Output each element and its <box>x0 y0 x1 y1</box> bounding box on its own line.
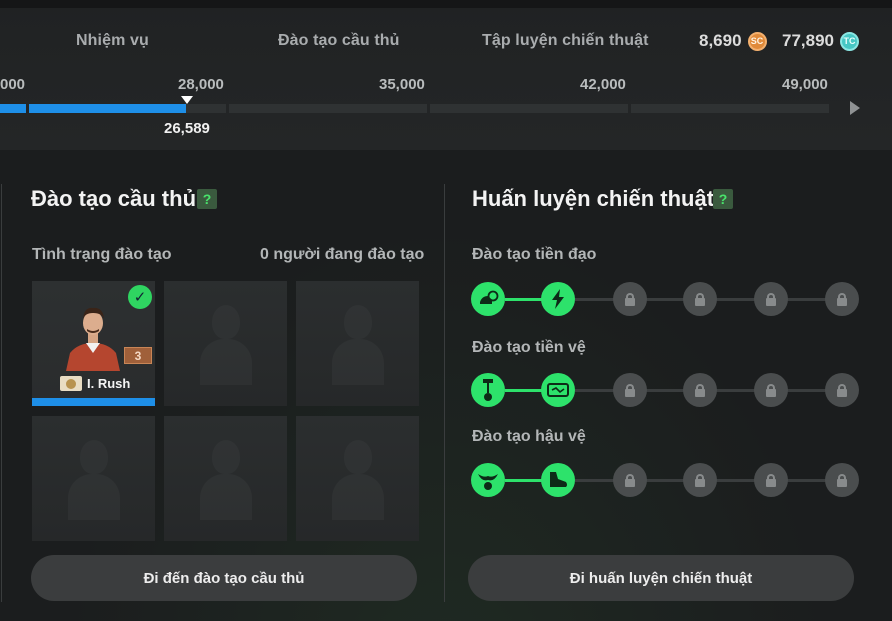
empty-slot[interactable] <box>296 281 419 406</box>
locked-node[interactable] <box>825 282 859 316</box>
midfield-passing-node[interactable] <box>471 373 505 407</box>
progress-segment-filled <box>29 104 186 113</box>
lock-icon <box>837 474 847 487</box>
locked-node[interactable] <box>825 373 859 407</box>
empty-slot[interactable] <box>164 281 287 406</box>
progress-segment <box>631 104 829 113</box>
midfield-training-label: Đào tạo tiền vệ <box>472 339 586 356</box>
tc-amount: 77,890 <box>782 31 834 50</box>
tab-player-training[interactable]: Đào tạo cầu thủ <box>278 32 400 50</box>
top-bar <box>0 0 892 150</box>
locked-node[interactable] <box>613 373 647 407</box>
bird-ball-icon <box>478 474 498 490</box>
tab-missions[interactable]: Nhiệm vụ <box>76 32 149 50</box>
progress-segment <box>186 104 226 113</box>
trophy-ball-icon <box>483 379 493 401</box>
tick-label: 42,000 <box>580 76 626 93</box>
player-silhouette-icon <box>200 440 252 520</box>
check-icon: ✓ <box>128 285 152 309</box>
player-name: I. Rush <box>87 376 131 391</box>
player-silhouette-icon <box>68 440 120 520</box>
go-to-player-training-button[interactable]: Đi đến đào tạo cầu thủ <box>31 555 417 601</box>
empty-slot[interactable] <box>296 416 419 541</box>
sc-coin-icon: SC <box>747 31 767 51</box>
tactical-training-help-icon[interactable]: ? <box>713 189 733 209</box>
lock-icon <box>766 293 776 306</box>
go-to-tactical-training-button[interactable]: Đi huấn luyện chiến thuật <box>468 555 854 601</box>
current-progress-value: 26,589 <box>164 120 210 137</box>
left-divider <box>1 184 2 602</box>
training-count-label: 0 người đang đào tạo <box>260 246 425 263</box>
locked-node[interactable] <box>613 282 647 316</box>
forward-shooting-node[interactable] <box>471 282 505 316</box>
tactic-board-icon <box>547 383 569 397</box>
locked-node[interactable] <box>613 463 647 497</box>
lock-icon <box>766 384 776 397</box>
progress-segment <box>229 104 427 113</box>
defense-tackle-node[interactable] <box>471 463 505 497</box>
defense-training-label: Đào tạo hậu vệ <box>472 428 586 445</box>
locked-node[interactable] <box>683 282 717 316</box>
lock-icon <box>766 474 776 487</box>
center-divider <box>444 184 445 602</box>
locked-node[interactable] <box>754 463 788 497</box>
tc-coin-icon: TC <box>840 31 859 51</box>
forward-speed-node[interactable] <box>541 282 575 316</box>
tc-currency: 77,890 TC <box>782 31 859 51</box>
tick-label: 000 <box>0 76 26 93</box>
club-badge-icon <box>60 376 82 391</box>
player-training-help-icon[interactable]: ? <box>197 189 217 209</box>
player-silhouette-icon <box>332 305 384 385</box>
training-status-label: Tình trạng đào tạo <box>32 246 172 263</box>
tactic-link-active <box>505 298 545 301</box>
lock-icon <box>625 384 635 397</box>
lock-icon <box>695 474 705 487</box>
sc-amount: 8,690 <box>699 31 742 50</box>
player-card[interactable]: ✓ 3 I. Rush <box>32 281 155 406</box>
tactical-training-title: Huấn luyện chiến thuật <box>472 186 715 211</box>
locked-node[interactable] <box>683 373 717 407</box>
empty-slot[interactable] <box>164 416 287 541</box>
lock-icon <box>625 293 635 306</box>
progress-segment-filled <box>0 104 26 113</box>
player-training-title: Đào tạo cầu thủ <box>31 186 197 211</box>
top-edge <box>0 0 892 8</box>
card-progress-bar <box>32 398 155 406</box>
progress-marker-icon <box>181 96 193 104</box>
locked-node[interactable] <box>683 463 717 497</box>
sc-currency: 8,690 SC <box>699 31 767 51</box>
forward-training-label: Đào tạo tiền đạo <box>472 246 597 263</box>
locked-node[interactable] <box>754 373 788 407</box>
progress-segment <box>430 104 628 113</box>
scroll-right-arrow-icon[interactable] <box>850 101 860 115</box>
boot-icon <box>550 472 567 487</box>
tick-label: 35,000 <box>379 76 425 93</box>
lock-icon <box>625 474 635 487</box>
tab-tactical-practice[interactable]: Tập luyện chiến thuật <box>482 32 649 50</box>
locked-node[interactable] <box>754 282 788 316</box>
empty-slot[interactable] <box>32 416 155 541</box>
defense-block-node[interactable] <box>541 463 575 497</box>
rank-badge: 3 <box>124 347 152 364</box>
player-portrait <box>66 307 120 371</box>
lightning-icon <box>552 289 564 309</box>
lock-icon <box>837 384 847 397</box>
lock-icon <box>695 293 705 306</box>
midfield-vision-node[interactable] <box>541 373 575 407</box>
shooting-boot-icon <box>480 290 499 304</box>
tactic-link-active <box>505 479 545 482</box>
player-silhouette-icon <box>200 305 252 385</box>
tick-label: 49,000 <box>782 76 828 93</box>
player-silhouette-icon <box>332 440 384 520</box>
tactic-link-active <box>505 389 545 392</box>
lock-icon <box>837 293 847 306</box>
tick-label: 28,000 <box>178 76 224 93</box>
player-name-row: I. Rush <box>60 376 130 391</box>
lock-icon <box>695 384 705 397</box>
locked-node[interactable] <box>825 463 859 497</box>
